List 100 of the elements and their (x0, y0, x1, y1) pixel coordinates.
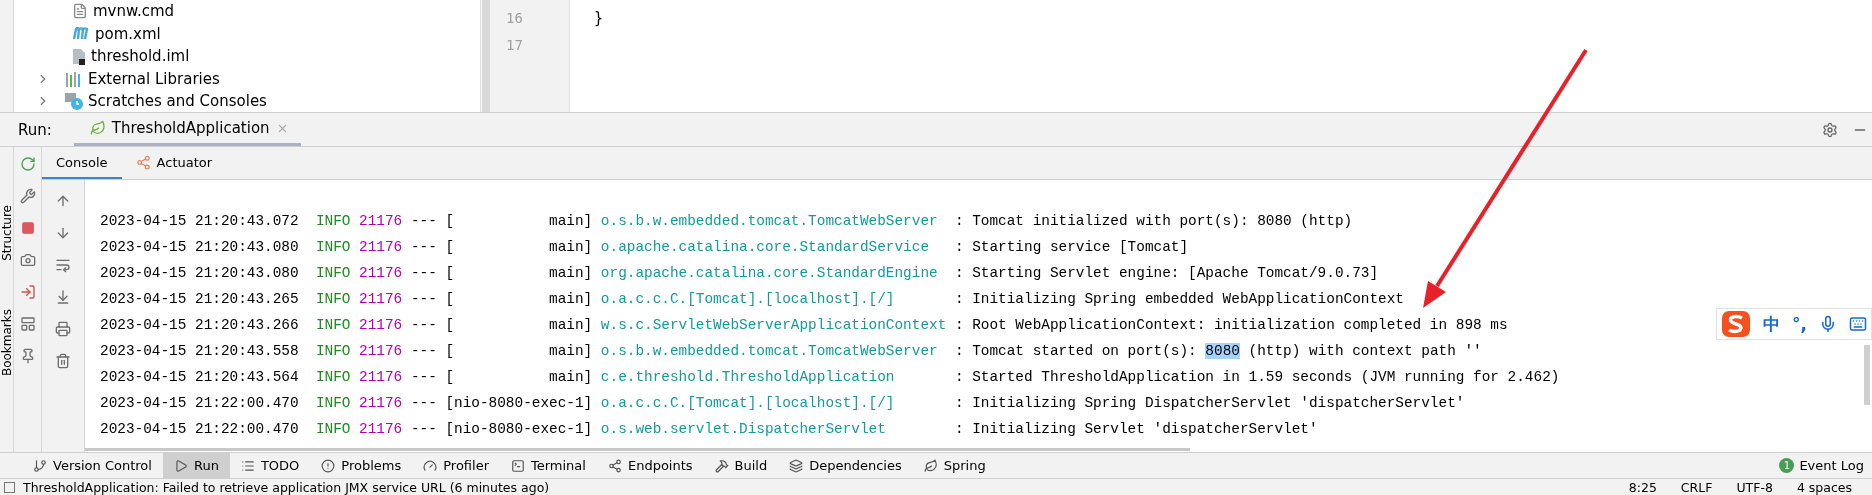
tool-window-button[interactable]: Problems (310, 453, 413, 478)
wrench-icon[interactable] (18, 187, 37, 205)
log-logger: o.a.c.c.C.[Tomcat].[localhost].[/] (600, 395, 896, 411)
log-level: INFO (315, 369, 351, 385)
file-icon (72, 3, 88, 20)
log-timestamp: 2023-04-15 21:20:43.558 (100, 343, 299, 359)
log-separator: --- (410, 291, 437, 307)
line-number: 16 (505, 8, 524, 28)
ime-mode-label[interactable]: 中 (1763, 312, 1780, 336)
status-item[interactable]: 4 spaces (1796, 479, 1852, 495)
settings-icon[interactable] (1822, 121, 1838, 138)
branch-icon (33, 458, 47, 473)
camera-icon[interactable] (18, 251, 37, 269)
hammer-icon (714, 458, 729, 473)
log-thread: [ main] (445, 291, 593, 307)
log-thread: [ main] (445, 343, 593, 359)
log-separator: --- (410, 265, 437, 281)
scrollbar-thumb[interactable] (481, 0, 490, 112)
log-thread: [ main] (445, 239, 593, 255)
log-message: : Initializing Spring embedded WebApplicationContext (954, 291, 1404, 307)
log-thread: [nio-8080-exec-1] (445, 421, 593, 437)
tool-window-button[interactable]: Spring (912, 453, 997, 478)
log-logger: o.a.c.c.C.[Tomcat].[localhost].[/] (600, 291, 896, 307)
event-log-button[interactable]: 1 Event Log (1779, 453, 1872, 478)
log-level: INFO (315, 239, 351, 255)
log-pid: 21176 (359, 213, 403, 229)
log-level: INFO (315, 395, 351, 411)
status-item[interactable]: UTF-8 (1736, 479, 1773, 495)
tree-item-label[interactable]: threshold.iml (91, 47, 190, 66)
log-message: : Tomcat initialized with port(s): 8080 (http) (954, 213, 1353, 229)
log-thread: [nio-8080-exec-1] (445, 395, 593, 411)
tree-item-label[interactable]: Scratches and Consoles (88, 92, 267, 111)
log-timestamp: 2023-04-15 21:20:43.265 (100, 291, 299, 307)
ime-mode-label[interactable]: °, (1792, 314, 1807, 334)
log-separator: --- (410, 239, 437, 255)
console-tab[interactable]: Actuator (121, 147, 227, 179)
log-separator: --- (410, 317, 437, 333)
rerun-icon[interactable] (18, 155, 37, 173)
log-timestamp: 2023-04-15 21:20:43.080 (100, 265, 299, 281)
log-pid: 21176 (359, 369, 403, 385)
tool-window-button[interactable]: Version Control (22, 453, 163, 478)
log-timestamp: 2023-04-15 21:20:43.080 (100, 239, 299, 255)
status-item[interactable]: CRLF (1680, 479, 1713, 495)
side-tool-label[interactable]: Bookmarks (0, 308, 14, 376)
log-logger: w.s.c.ServletWebServerApplicationContext (600, 317, 947, 333)
status-item[interactable]: 8:25 (1628, 479, 1657, 495)
horizontal-scrollbar[interactable] (85, 448, 1190, 451)
log-logger: o.apache.catalina.core.StandardService (600, 239, 931, 255)
log-pid: 21176 (359, 343, 403, 359)
log-thread: [ main] (445, 317, 593, 333)
vertical-scrollbar[interactable] (1864, 345, 1870, 405)
tool-window-button[interactable]: Run (162, 453, 230, 478)
tree-item-label[interactable]: External Libraries (88, 69, 220, 88)
terminal-icon (511, 458, 525, 473)
log-message: : Started ThresholdApplication in 1.59 seconds (JVM running for 2.462) (954, 369, 1560, 385)
list-icon (240, 458, 255, 473)
log-message: : Initializing Spring DispatcherServlet 'dispatcherServlet' (954, 395, 1465, 411)
tool-window-button[interactable]: Dependencies (778, 453, 913, 478)
log-timestamp: 2023-04-15 21:20:43.072 (100, 213, 299, 229)
alert-icon (321, 458, 336, 473)
log-pid: 21176 (359, 291, 403, 307)
log-timestamp: 2023-04-15 21:20:43.564 (100, 369, 299, 385)
tool-window-button[interactable]: Build (703, 453, 779, 478)
actuator-icon (135, 154, 151, 170)
tool-window-button[interactable]: Terminal (500, 453, 597, 478)
count-badge: 1 (1779, 458, 1795, 473)
leaf-icon (923, 458, 938, 473)
log-message: : Tomcat started on port(s): 8080 (http) with context path '' (954, 343, 1482, 359)
tool-window-button[interactable]: Endpoints (596, 453, 704, 478)
log-level: INFO (315, 317, 351, 333)
log-pid: 21176 (359, 317, 403, 333)
tool-window-button[interactable]: Profiler (412, 453, 500, 478)
tool-window-button[interactable]: TODO (229, 453, 311, 478)
log-message: : Root WebApplicationContext: initialization completed in 898 ms (954, 317, 1508, 333)
log-thread: [ main] (445, 213, 593, 229)
log-separator: --- (410, 343, 437, 359)
leaf-icon (89, 120, 106, 136)
tree-item-label[interactable]: mvnw.cmd (93, 2, 175, 21)
library-bars-icon (65, 70, 83, 87)
side-tool-label[interactable]: Structure (0, 205, 14, 261)
log-timestamp: 2023-04-15 21:20:43.266 (100, 317, 299, 333)
log-logger: org.apache.catalina.core.StandardEngine (600, 265, 939, 281)
status-message: ThresholdApplication: Failed to retrieve application JMX service URL (6 minutes ago) (23, 479, 550, 495)
log-level: INFO (315, 421, 351, 437)
layout-icon[interactable] (18, 315, 37, 333)
log-logger: o.s.b.w.embedded.tomcat.TomcatWebServer (600, 343, 939, 359)
log-pid: 21176 (359, 421, 403, 437)
keyboard-icon[interactable] (1848, 315, 1867, 333)
exit-icon[interactable] (18, 283, 37, 301)
gauge-icon (423, 458, 438, 473)
tree-item-label[interactable]: pom.xml (95, 24, 161, 43)
log-timestamp: 2023-04-15 21:22:00.470 (100, 395, 299, 411)
status-icon[interactable] (4, 481, 15, 493)
printer-icon[interactable] (54, 320, 72, 338)
trash-icon[interactable] (54, 352, 72, 370)
log-logger: o.s.web.servlet.DispatcherServlet (600, 421, 887, 437)
log-separator: --- (410, 369, 437, 385)
log-level: INFO (315, 291, 351, 307)
code-line: } (594, 8, 604, 27)
log-logger: c.e.threshold.ThresholdApplication (600, 369, 896, 385)
